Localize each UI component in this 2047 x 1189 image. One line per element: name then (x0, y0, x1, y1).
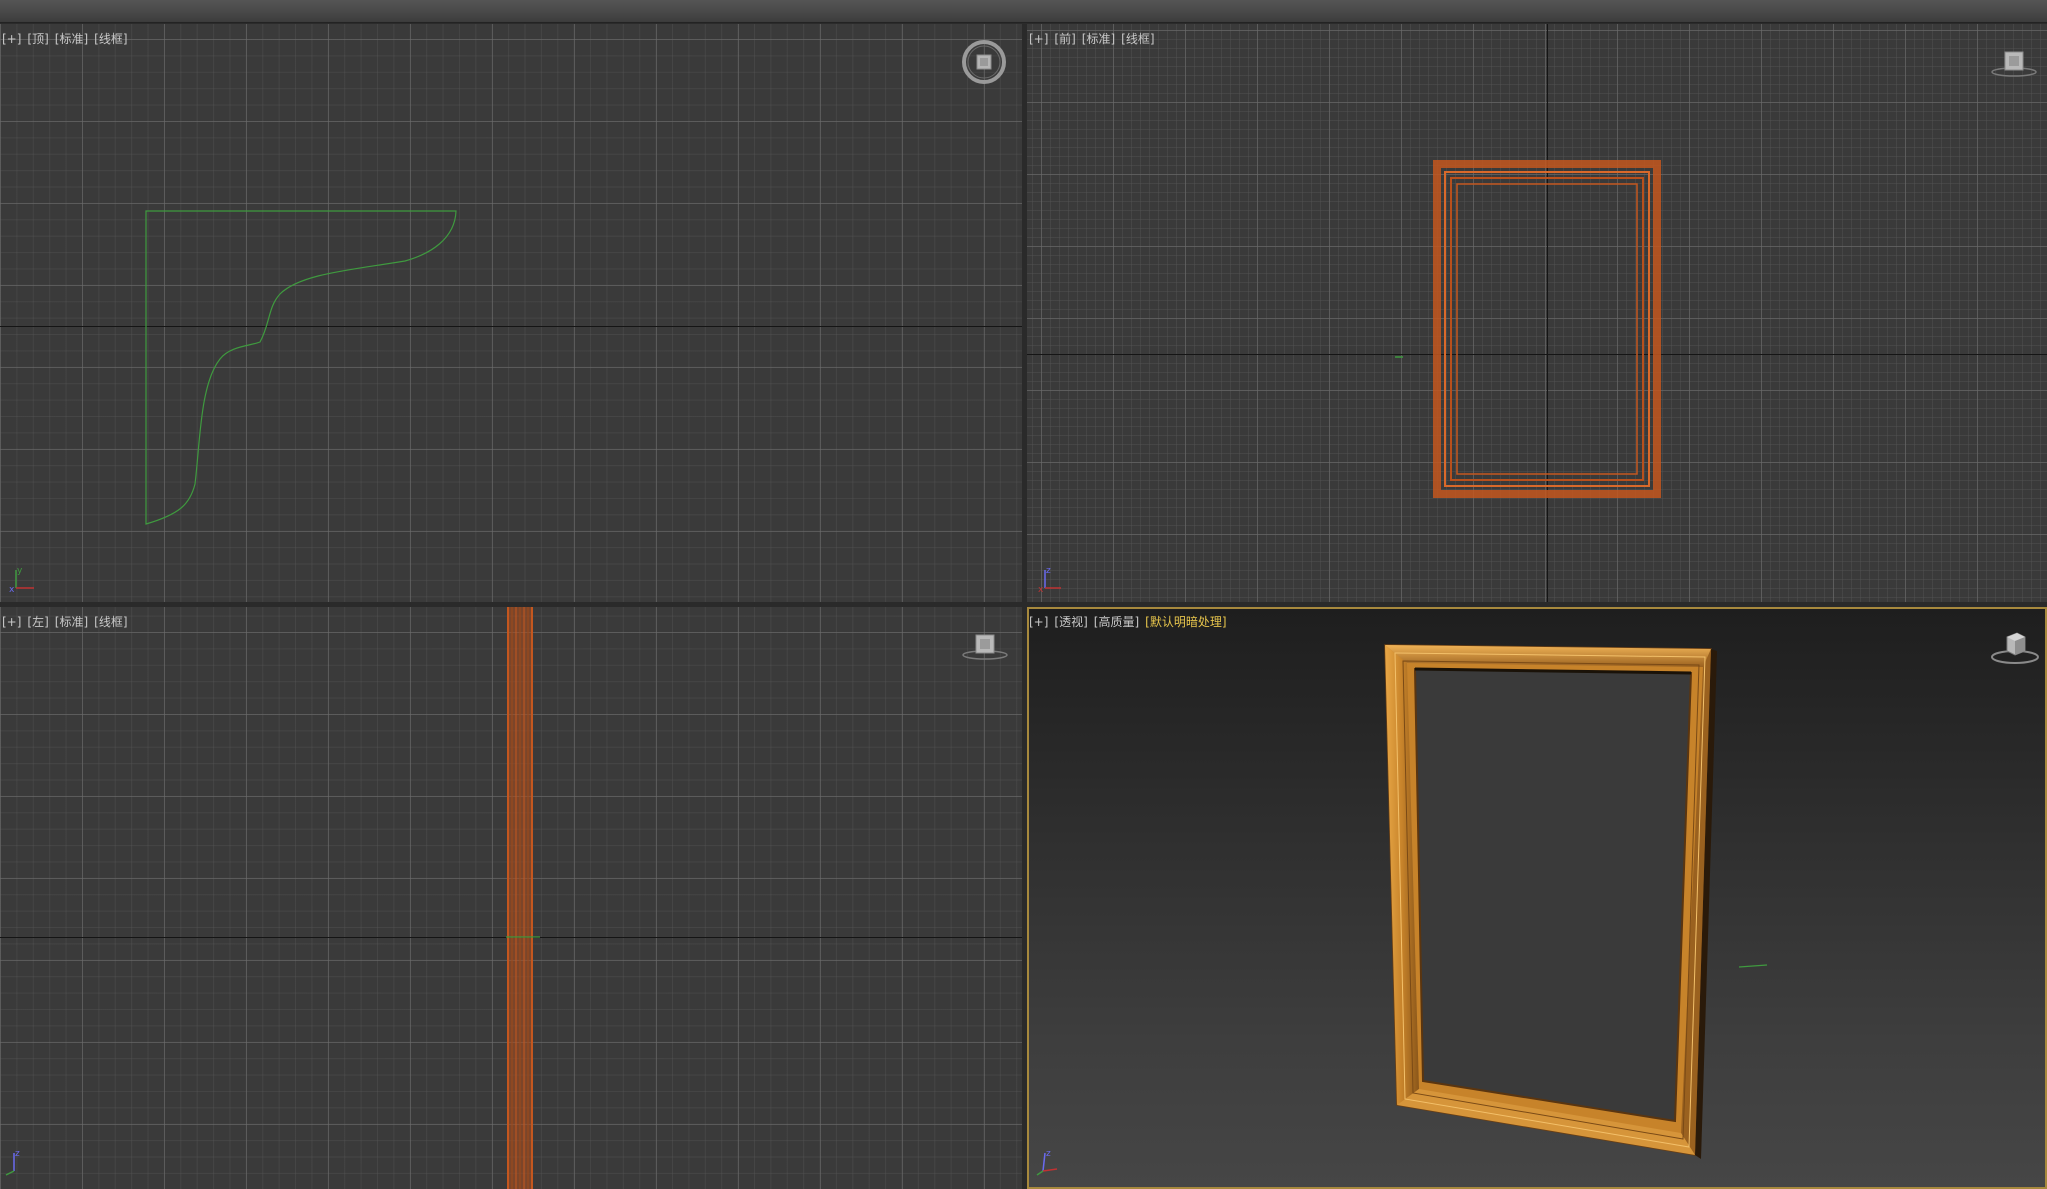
viewport-top[interactable]: [+] [顶] [标准] [线框] y x (0, 24, 1022, 602)
axis-tripod-icon: z (1033, 1147, 1065, 1177)
viewcube-top-icon[interactable] (960, 38, 1008, 90)
axis-z-letter: z (1046, 1149, 1051, 1159)
axis-z-letter: z (15, 1149, 20, 1159)
viewport-left[interactable]: [+] [左] [标准] [线框] z (0, 607, 1022, 1189)
axis-z-letter: z (1046, 566, 1051, 576)
viewcube-left-icon[interactable] (960, 625, 1010, 669)
axis-tripod-icon: z (4, 1147, 36, 1177)
axis-tripod-icon: z x (1035, 564, 1067, 595)
viewcube-front-icon[interactable] (1989, 42, 2039, 86)
profile-spline[interactable] (0, 24, 1022, 602)
frame-side-wireframe[interactable] (0, 607, 1022, 1189)
frame-front-wireframe[interactable] (1027, 24, 2047, 602)
viewcube-perspective-icon[interactable] (1989, 625, 2041, 671)
viewport-divider-horizontal[interactable] (0, 602, 2047, 607)
frame-3d-model[interactable] (1027, 607, 2047, 1189)
axis-x-letter: x (1038, 585, 1044, 594)
viewport-perspective[interactable]: [+] [透视] [高质量] [默认明暗处理] z (1027, 607, 2047, 1189)
axis-y-letter: y (17, 566, 23, 576)
axis-tripod-icon: y x (6, 564, 38, 595)
title-bar (0, 0, 2047, 23)
axis-x-letter: x (9, 585, 15, 594)
viewport-front[interactable]: [+] [前] [标准] [线框] z x (1027, 24, 2047, 602)
